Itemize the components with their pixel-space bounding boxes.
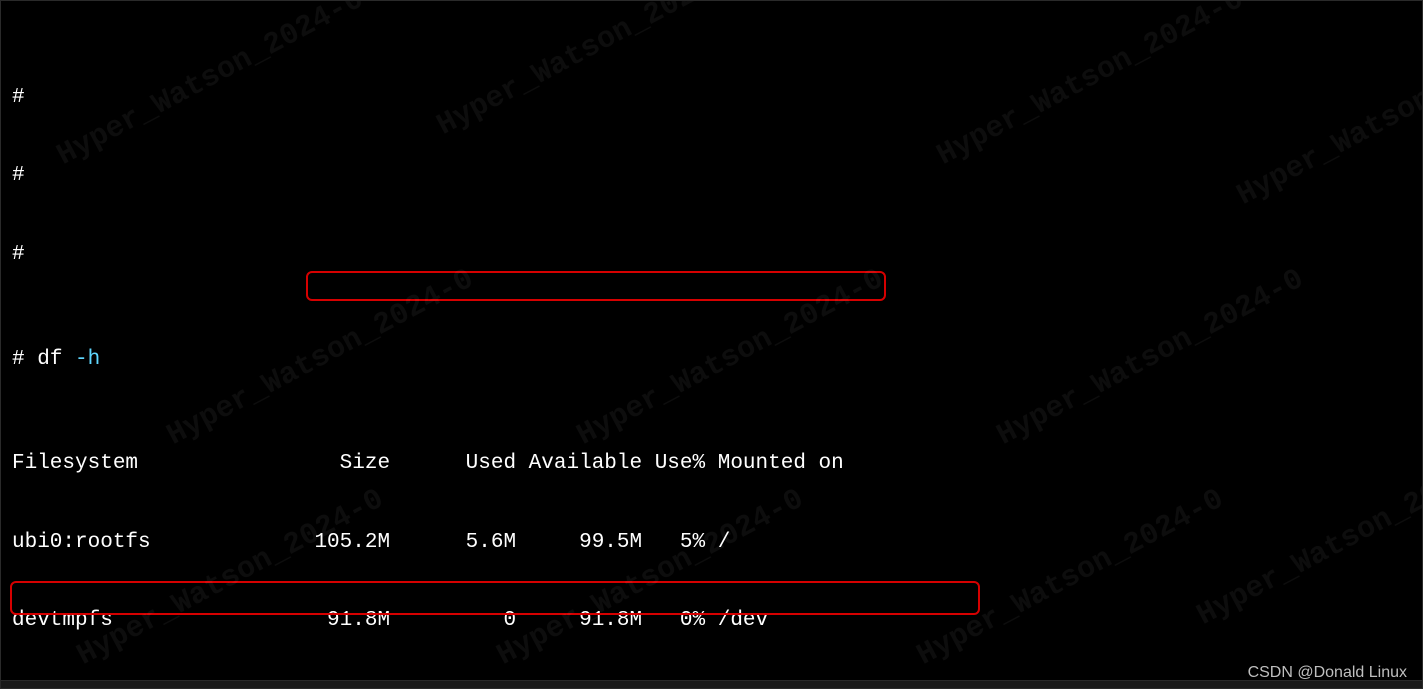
prompt: # bbox=[12, 86, 25, 109]
df-row: ubi0:rootfs 105.2M 5.6M 99.5M 5% / bbox=[0, 530, 1423, 556]
prompt: # bbox=[12, 348, 25, 371]
prompt: # bbox=[12, 243, 25, 266]
command-df: df bbox=[37, 348, 62, 371]
prompt: # bbox=[12, 164, 25, 187]
flag-h: -h bbox=[75, 348, 100, 371]
df-header: Filesystem Size Used Available Use% Moun… bbox=[0, 451, 1423, 477]
terminal-output[interactable]: # # # # df -h Filesystem Size Used Avail… bbox=[0, 0, 1423, 689]
df-row: devtmpfs 91.8M 0 91.8M 0% /dev bbox=[0, 608, 1423, 634]
status-bar bbox=[0, 680, 1423, 689]
command-line-df: # df -h bbox=[0, 347, 1423, 373]
